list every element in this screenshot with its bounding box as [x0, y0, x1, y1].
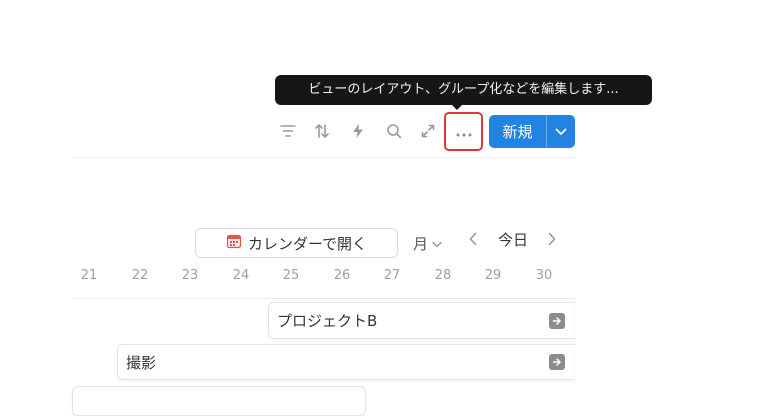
day-label: 25 — [282, 268, 300, 283]
event-card[interactable]: 撮影 — [117, 344, 575, 380]
day-label: 27 — [383, 268, 401, 283]
tooltip-arrow — [451, 104, 463, 110]
toolbar-divider — [72, 157, 575, 158]
month-view-select[interactable]: 月 — [413, 228, 442, 258]
day-label: 24 — [232, 268, 250, 283]
calendar-icon — [226, 233, 242, 253]
new-button-label[interactable]: 新規 — [489, 115, 546, 148]
day-header-row: 21 22 23 24 25 26 27 28 29 30 — [72, 268, 575, 290]
event-card[interactable]: プロジェクトB — [268, 302, 575, 339]
more-icon — [456, 122, 472, 141]
day-label: 29 — [484, 268, 502, 283]
filter-icon[interactable] — [276, 119, 300, 143]
day-label: 28 — [434, 268, 452, 283]
day-label: 30 — [535, 268, 553, 283]
day-label: 21 — [80, 268, 98, 283]
open-in-calendar-label: カレンダーで開く — [247, 234, 368, 253]
event-title: プロジェクトB — [277, 312, 378, 330]
tooltip: ビューのレイアウト、グループ化などを編集します... — [275, 75, 652, 105]
today-button[interactable]: 今日 — [498, 229, 528, 250]
next-month-button[interactable] — [547, 229, 557, 250]
open-arrow-icon[interactable] — [549, 354, 565, 370]
search-icon[interactable] — [382, 119, 406, 143]
chevron-down-icon[interactable] — [547, 115, 575, 148]
sort-icon[interactable] — [310, 119, 334, 143]
event-title: 撮影 — [126, 353, 157, 372]
more-options-button[interactable] — [444, 112, 483, 151]
expand-icon[interactable] — [416, 119, 440, 143]
event-card[interactable] — [72, 386, 366, 416]
month-view-label: 月 — [413, 234, 429, 253]
day-label: 26 — [333, 268, 351, 283]
new-button[interactable]: 新規 — [489, 115, 575, 148]
previous-month-button[interactable] — [468, 229, 478, 250]
day-label: 22 — [131, 268, 149, 283]
chevron-down-icon — [432, 234, 442, 252]
automation-icon[interactable] — [346, 119, 370, 143]
day-label: 23 — [181, 268, 199, 283]
open-in-calendar-button[interactable]: カレンダーで開く — [195, 228, 398, 258]
week-divider — [72, 298, 575, 299]
open-arrow-icon[interactable] — [549, 312, 565, 329]
